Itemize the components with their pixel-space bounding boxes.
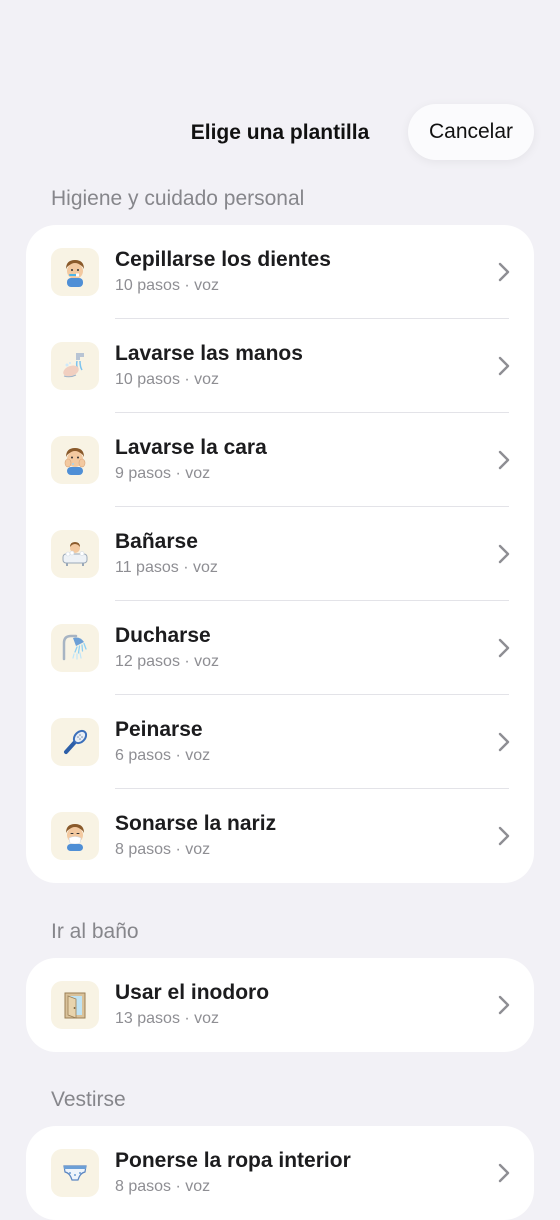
- chevron-right-icon: [498, 356, 510, 376]
- hairbrush-icon: [51, 718, 99, 766]
- chevron-right-icon: [498, 1163, 510, 1183]
- template-title: Lavarse las manos: [115, 342, 303, 365]
- template-title: Bañarse: [115, 530, 198, 553]
- section-card-vestirse: Ponerse la ropa interior 8 pasos · voz: [26, 1126, 534, 1220]
- template-title: Lavarse la cara: [115, 436, 267, 459]
- chevron-right-icon: [498, 732, 510, 752]
- template-subtitle: 10 pasos · voz: [115, 371, 220, 388]
- template-title: Ponerse la ropa interior: [115, 1149, 351, 1172]
- template-row-ducharse[interactable]: Ducharse 12 pasos · voz: [26, 601, 534, 695]
- template-title: Usar el inodoro: [115, 981, 270, 1004]
- template-subtitle: 12 pasos · voz: [115, 653, 220, 670]
- handwashing-icon: [51, 342, 99, 390]
- chevron-right-icon: [498, 826, 510, 846]
- header: Elige una plantilla Cancelar: [0, 104, 560, 162]
- template-row-banarse[interactable]: Bañarse 11 pasos · voz: [26, 507, 534, 601]
- template-row-cepillarse-los-dientes[interactable]: Cepillarse los dientes 10 pasos · voz: [26, 225, 534, 319]
- template-subtitle: 9 pasos · voz: [115, 465, 211, 482]
- template-subtitle: 11 pasos · voz: [115, 559, 218, 576]
- face-washing-child-icon: [51, 436, 99, 484]
- cancel-button[interactable]: Cancelar: [408, 104, 534, 160]
- chevron-right-icon: [498, 995, 510, 1015]
- section-card-higiene: Cepillarse los dientes 10 pasos · voz La…: [26, 225, 534, 883]
- template-row-lavarse-la-cara[interactable]: Lavarse la cara 9 pasos · voz: [26, 413, 534, 507]
- template-title: Cepillarse los dientes: [115, 248, 331, 271]
- template-row-lavarse-las-manos[interactable]: Lavarse las manos 10 pasos · voz: [26, 319, 534, 413]
- template-title: Sonarse la nariz: [115, 812, 277, 835]
- section-title-ir-al-bano: Ir al baño: [51, 920, 139, 943]
- template-subtitle: 13 pasos · voz: [115, 1010, 220, 1027]
- template-subtitle: 6 pasos · voz: [115, 747, 211, 764]
- template-row-usar-el-inodoro[interactable]: Usar el inodoro 13 pasos · voz: [26, 958, 534, 1052]
- chevron-right-icon: [498, 544, 510, 564]
- chevron-right-icon: [498, 638, 510, 658]
- template-subtitle: 8 pasos · voz: [115, 1178, 211, 1195]
- template-row-peinarse[interactable]: Peinarse 6 pasos · voz: [26, 695, 534, 789]
- section-title-higiene: Higiene y cuidado personal: [51, 187, 305, 210]
- template-row-sonarse-la-nariz[interactable]: Sonarse la nariz 8 pasos · voz: [26, 789, 534, 883]
- template-title: Peinarse: [115, 718, 203, 741]
- chevron-right-icon: [498, 450, 510, 470]
- template-title: Ducharse: [115, 624, 211, 647]
- section-title-vestirse: Vestirse: [51, 1088, 126, 1111]
- nose-blowing-child-icon: [51, 812, 99, 860]
- toothbrushing-child-icon: [51, 248, 99, 296]
- section-card-ir-al-bano: Usar el inodoro 13 pasos · voz: [26, 958, 534, 1052]
- template-row-ponerse-la-ropa-interior[interactable]: Ponerse la ropa interior 8 pasos · voz: [26, 1126, 534, 1220]
- bathtub-child-icon: [51, 530, 99, 578]
- shower-head-icon: [51, 624, 99, 672]
- template-subtitle: 8 pasos · voz: [115, 841, 211, 858]
- underwear-icon: [51, 1149, 99, 1197]
- bathroom-door-icon: [51, 981, 99, 1029]
- chevron-right-icon: [498, 262, 510, 282]
- template-subtitle: 10 pasos · voz: [115, 277, 220, 294]
